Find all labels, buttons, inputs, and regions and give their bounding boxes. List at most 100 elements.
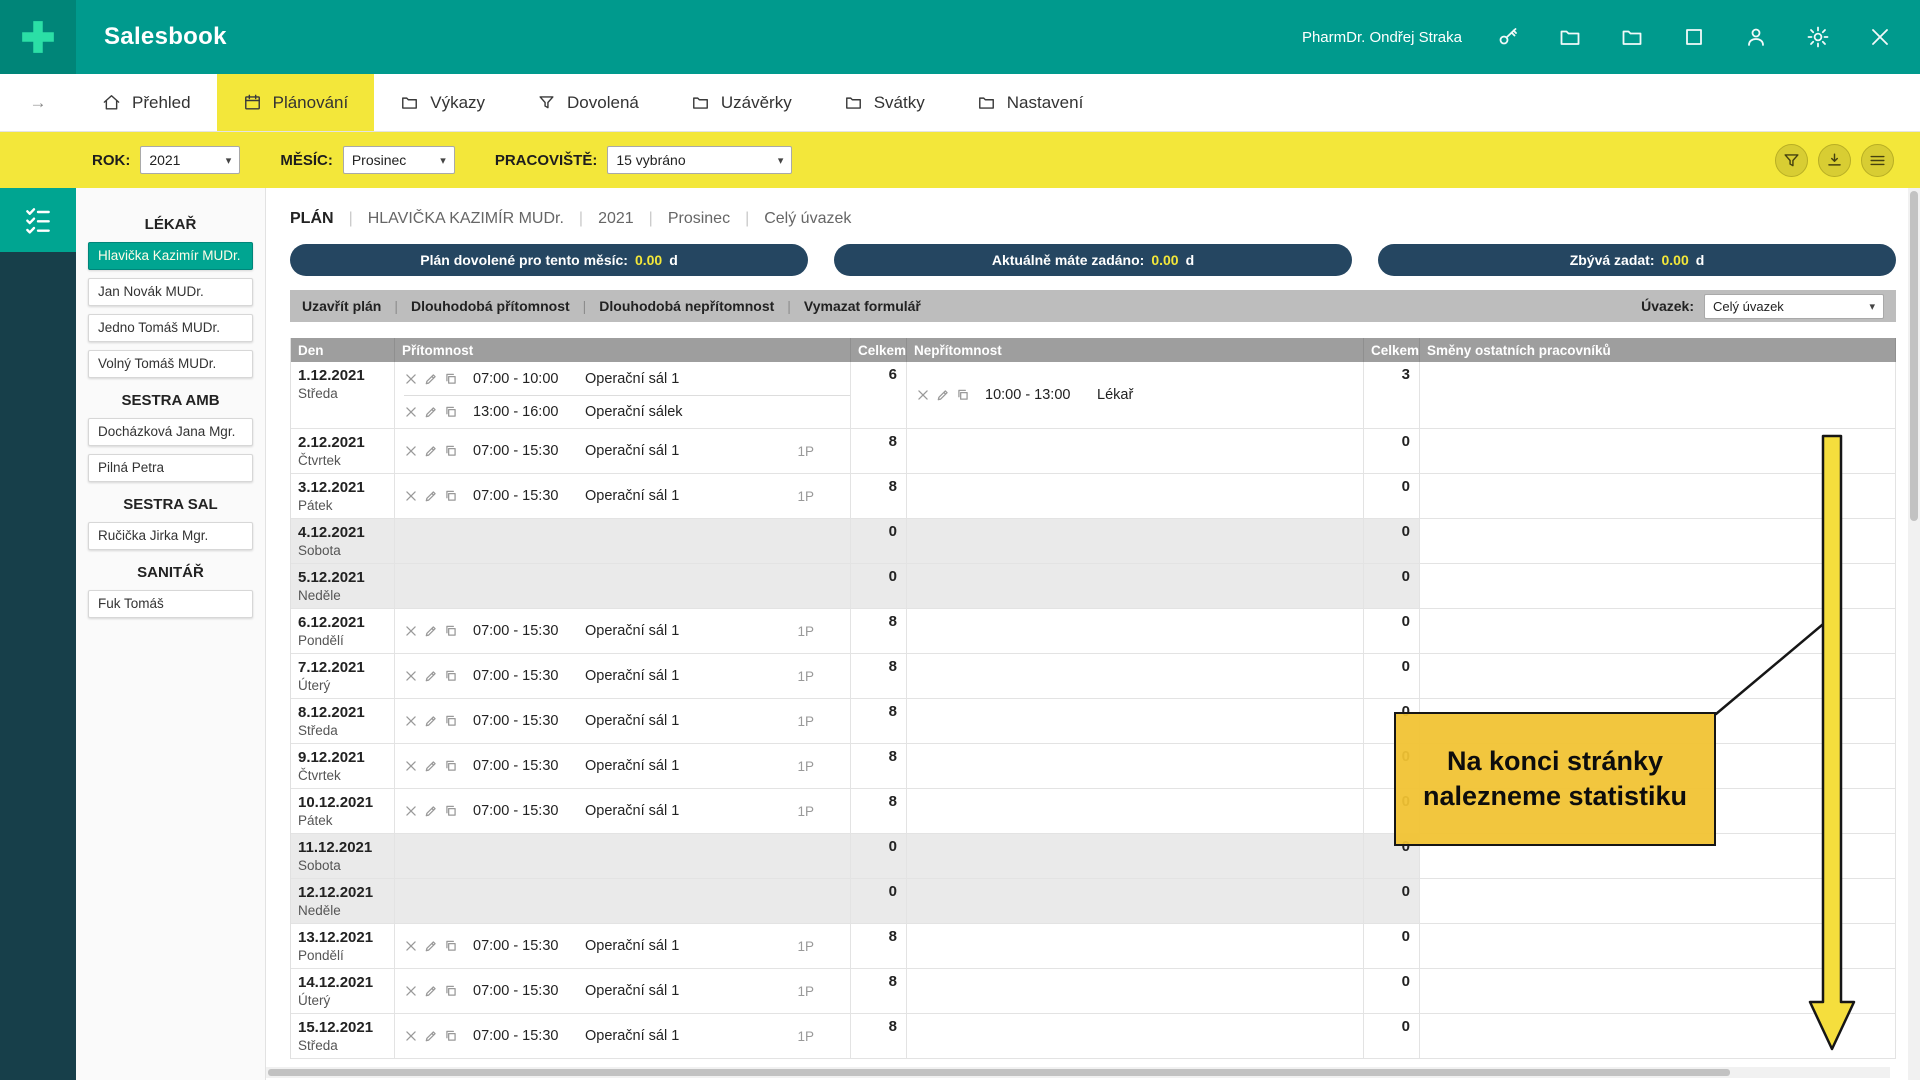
absence-cell[interactable] xyxy=(907,564,1364,609)
presence-cell[interactable] xyxy=(395,834,851,879)
presence-cell[interactable]: 07:00 - 10:00Operační sál 113:00 - 16:00… xyxy=(395,362,851,429)
day-cell[interactable]: 3.12.2021Pátek xyxy=(291,474,395,519)
vertical-scrollbar[interactable] xyxy=(1908,188,1920,1080)
uzavrit-plan-button[interactable]: Uzavřít plán xyxy=(302,298,381,314)
absence-cell[interactable] xyxy=(907,969,1364,1014)
delete-entry-icon[interactable] xyxy=(404,372,418,386)
app-logo[interactable] xyxy=(0,0,76,74)
day-cell[interactable]: 6.12.2021Pondělí xyxy=(291,609,395,654)
edit-entry-icon[interactable] xyxy=(424,714,438,728)
month-select[interactable]: Prosinec ▾ xyxy=(343,146,455,174)
absence-cell[interactable] xyxy=(907,699,1364,744)
edit-entry-icon[interactable] xyxy=(936,388,950,402)
staff-item-jedno-tomas-mudr[interactable]: Jedno Tomáš MUDr. xyxy=(88,314,253,342)
presence-cell[interactable]: 07:00 - 15:30Operační sál 11P xyxy=(395,1014,851,1059)
menu-circle-button[interactable] xyxy=(1861,144,1894,177)
edit-entry-icon[interactable] xyxy=(424,444,438,458)
absence-cell[interactable] xyxy=(907,834,1364,879)
staff-item-volny-tomas-mudr[interactable]: Volný Tomáš MUDr. xyxy=(88,350,253,378)
checklist-button[interactable] xyxy=(0,188,76,252)
delete-entry-icon[interactable] xyxy=(404,804,418,818)
delete-entry-icon[interactable] xyxy=(404,759,418,773)
presence-cell[interactable] xyxy=(395,519,851,564)
copy-entry-icon[interactable] xyxy=(956,388,970,402)
other-workers-cell[interactable] xyxy=(1420,564,1896,609)
day-cell[interactable]: 5.12.2021Neděle xyxy=(291,564,395,609)
dlouhodoba-pritomnost-button[interactable]: Dlouhodobá přítomnost xyxy=(411,298,570,314)
edit-entry-icon[interactable] xyxy=(424,984,438,998)
staff-item-hlavicka-kazimir-mudr[interactable]: Hlavička Kazimír MUDr. xyxy=(88,242,253,270)
horizontal-scrollbar[interactable] xyxy=(266,1067,1890,1078)
other-workers-cell[interactable] xyxy=(1420,654,1896,699)
edit-entry-icon[interactable] xyxy=(424,624,438,638)
copy-entry-icon[interactable] xyxy=(444,669,458,683)
folder-icon[interactable] xyxy=(1558,25,1582,49)
presence-cell[interactable]: 07:00 - 15:30Operační sál 11P xyxy=(395,744,851,789)
delete-entry-icon[interactable] xyxy=(404,444,418,458)
delete-entry-icon[interactable] xyxy=(404,714,418,728)
staff-item-rucicka-jirka-mgr[interactable]: Ručička Jirka Mgr. xyxy=(88,522,253,550)
year-select[interactable]: 2021 ▾ xyxy=(140,146,240,174)
copy-entry-icon[interactable] xyxy=(444,714,458,728)
presence-cell[interactable] xyxy=(395,564,851,609)
day-cell[interactable]: 14.12.2021Úterý xyxy=(291,969,395,1014)
expand-arrow-icon[interactable]: → xyxy=(0,74,76,131)
absence-cell[interactable] xyxy=(907,924,1364,969)
person-icon[interactable] xyxy=(1744,25,1768,49)
tab-planovani[interactable]: Plánování xyxy=(217,74,375,131)
presence-cell[interactable] xyxy=(395,879,851,924)
delete-entry-icon[interactable] xyxy=(404,669,418,683)
other-workers-cell[interactable] xyxy=(1420,1014,1896,1059)
key-icon[interactable] xyxy=(1496,25,1520,49)
other-workers-cell[interactable] xyxy=(1420,969,1896,1014)
tab-prehled[interactable]: Přehled xyxy=(76,74,217,131)
delete-entry-icon[interactable] xyxy=(916,388,930,402)
day-cell[interactable]: 12.12.2021Neděle xyxy=(291,879,395,924)
copy-entry-icon[interactable] xyxy=(444,489,458,503)
edit-entry-icon[interactable] xyxy=(424,1029,438,1043)
presence-cell[interactable]: 07:00 - 15:30Operační sál 11P xyxy=(395,924,851,969)
other-workers-cell[interactable] xyxy=(1420,519,1896,564)
presence-cell[interactable]: 07:00 - 15:30Operační sál 11P xyxy=(395,609,851,654)
copy-entry-icon[interactable] xyxy=(444,759,458,773)
edit-entry-icon[interactable] xyxy=(424,759,438,773)
day-cell[interactable]: 1.12.2021Středa xyxy=(291,362,395,429)
other-workers-cell[interactable] xyxy=(1420,362,1896,429)
absence-cell[interactable] xyxy=(907,429,1364,474)
uvazek-select[interactable]: Celý úvazek ▾ xyxy=(1704,294,1884,319)
day-cell[interactable]: 13.12.2021Pondělí xyxy=(291,924,395,969)
gear-icon[interactable] xyxy=(1806,25,1830,49)
download-circle-button[interactable] xyxy=(1818,144,1851,177)
absence-cell[interactable] xyxy=(907,654,1364,699)
delete-entry-icon[interactable] xyxy=(404,624,418,638)
folder-icon[interactable] xyxy=(1620,25,1644,49)
presence-cell[interactable]: 07:00 - 15:30Operační sál 11P xyxy=(395,969,851,1014)
absence-cell[interactable] xyxy=(907,744,1364,789)
day-cell[interactable]: 2.12.2021Čtvrtek xyxy=(291,429,395,474)
presence-cell[interactable]: 07:00 - 15:30Operační sál 11P xyxy=(395,789,851,834)
copy-entry-icon[interactable] xyxy=(444,804,458,818)
copy-entry-icon[interactable] xyxy=(444,444,458,458)
day-cell[interactable]: 10.12.2021Pátek xyxy=(291,789,395,834)
close-icon[interactable] xyxy=(1868,25,1892,49)
staff-item-fuk-tomas[interactable]: Fuk Tomáš xyxy=(88,590,253,618)
edit-entry-icon[interactable] xyxy=(424,372,438,386)
vymazat-formular-button[interactable]: Vymazat formulář xyxy=(804,298,921,314)
absence-cell[interactable] xyxy=(907,879,1364,924)
tab-vykazy[interactable]: Výkazy xyxy=(374,74,511,131)
absence-cell[interactable] xyxy=(907,609,1364,654)
workplace-select[interactable]: 15 vybráno ▾ xyxy=(607,146,792,174)
day-cell[interactable]: 11.12.2021Sobota xyxy=(291,834,395,879)
other-workers-cell[interactable] xyxy=(1420,609,1896,654)
other-workers-cell[interactable] xyxy=(1420,924,1896,969)
edit-entry-icon[interactable] xyxy=(424,669,438,683)
dlouhodoba-nepritomnost-button[interactable]: Dlouhodobá nepřítomnost xyxy=(599,298,774,314)
day-cell[interactable]: 7.12.2021Úterý xyxy=(291,654,395,699)
other-workers-cell[interactable] xyxy=(1420,429,1896,474)
tab-dovolena[interactable]: Dovolená xyxy=(511,74,665,131)
absence-cell[interactable] xyxy=(907,519,1364,564)
vertical-scrollbar-thumb[interactable] xyxy=(1910,191,1918,521)
copy-entry-icon[interactable] xyxy=(444,405,458,419)
copy-entry-icon[interactable] xyxy=(444,1029,458,1043)
presence-cell[interactable]: 07:00 - 15:30Operační sál 11P xyxy=(395,699,851,744)
